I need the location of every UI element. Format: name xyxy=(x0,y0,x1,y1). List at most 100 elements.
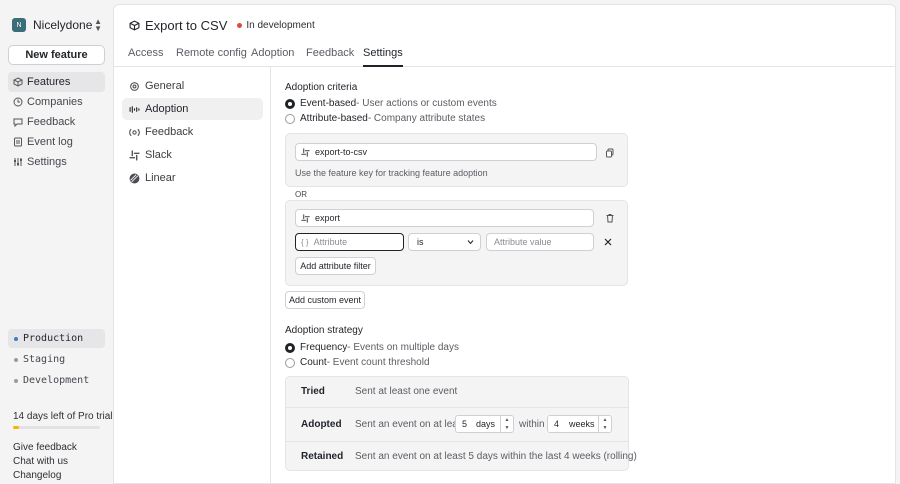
radio-desc: - User actions or custom events xyxy=(356,98,497,109)
sidebar-item-label: Event log xyxy=(27,136,73,148)
weeks-value: 4 xyxy=(554,419,560,429)
subnav-slack[interactable]: Slack xyxy=(122,144,263,166)
sidebar-item-event-log[interactable]: Event log xyxy=(8,132,105,152)
slack-icon xyxy=(129,149,140,161)
sliders-icon xyxy=(14,158,22,166)
radio-desc: - Event count threshold xyxy=(326,357,430,368)
org-avatar: N xyxy=(12,18,26,32)
days-unit: days xyxy=(476,419,496,429)
attribute-based-radio[interactable]: Attribute-based - Company attribute stat… xyxy=(285,113,485,124)
sidebar-item-companies[interactable]: Companies xyxy=(8,92,105,112)
event-based-radio[interactable]: Event-based - User actions or custom eve… xyxy=(285,98,497,109)
tab-access[interactable]: Access xyxy=(128,47,163,67)
env-production[interactable]: Production xyxy=(8,329,105,348)
sidebar-item-features[interactable]: Features xyxy=(8,72,105,92)
settings-subnav: General Adoption Feedback Slack Linear xyxy=(114,67,271,483)
stepper-arrows-icon[interactable]: ▲ ▼ xyxy=(500,416,513,432)
box-icon xyxy=(13,77,23,87)
radio-label: Frequency xyxy=(300,342,348,353)
table-row-adopted: Adopted Sent an event on at least 5 days… xyxy=(286,407,629,441)
changelog-link[interactable]: Changelog xyxy=(13,470,61,481)
subnav-label: Linear xyxy=(145,172,176,184)
subnav-adoption[interactable]: Adoption xyxy=(122,98,263,120)
status-dot xyxy=(237,22,243,28)
row-text: Sent an event on at least 5 days within … xyxy=(355,451,637,462)
chevron-down-icon xyxy=(467,240,474,245)
trial-progress-bar xyxy=(13,426,100,429)
trash-icon[interactable] xyxy=(605,213,615,223)
frequency-radio[interactable]: Frequency - Events on multiple days xyxy=(285,342,459,353)
copy-icon[interactable] xyxy=(605,148,615,158)
radio-label: Count xyxy=(300,357,327,368)
feature-key-input[interactable]: export-to-csv xyxy=(295,143,597,161)
radio-desc: - Company attribute states xyxy=(367,113,486,124)
operator-select[interactable]: is xyxy=(408,233,481,251)
env-label: Staging xyxy=(23,354,66,365)
env-development[interactable]: Development xyxy=(8,371,105,390)
tab-settings[interactable]: Settings xyxy=(363,47,403,67)
env-label: Development xyxy=(23,375,90,386)
box-icon xyxy=(129,19,140,31)
status-badge[interactable]: In development xyxy=(237,20,315,31)
env-dot xyxy=(14,378,18,383)
add-attribute-filter-button[interactable]: Add attribute filter xyxy=(295,257,376,275)
new-feature-button[interactable]: New feature xyxy=(8,45,105,65)
subnav-general[interactable]: General xyxy=(122,75,263,97)
tab-feedback[interactable]: Feedback xyxy=(306,47,354,67)
sidebar: N Nicelydone ▲ ▼ New feature Features Com… xyxy=(0,0,113,484)
org-name: Nicelydone xyxy=(33,18,93,32)
chat-with-us-link[interactable]: Chat with us xyxy=(13,456,68,467)
subnav-feedback[interactable]: Feedback xyxy=(122,121,263,143)
linear-icon xyxy=(129,173,140,183)
building-icon xyxy=(13,97,23,107)
attribute-input[interactable]: { } Attribute xyxy=(295,233,404,251)
stepper-arrows-icon[interactable]: ▲ ▼ xyxy=(598,416,611,432)
feature-key-value: export-to-csv xyxy=(315,147,368,157)
braces-icon: { } xyxy=(301,237,309,247)
sidebar-item-settings[interactable]: Settings xyxy=(8,152,105,172)
row-text: Sent at least one event xyxy=(355,386,458,397)
org-switcher[interactable]: N Nicelydone ▲ ▼ xyxy=(12,16,104,34)
or-divider: OR xyxy=(295,190,307,199)
radio-dot xyxy=(285,342,295,353)
tab-remote-config[interactable]: Remote config xyxy=(176,47,247,67)
subnav-label: Adoption xyxy=(145,103,189,115)
table-row-tried: Tried Sent at least one event xyxy=(286,377,629,407)
chat-icon xyxy=(13,118,23,127)
sidebar-item-feedback[interactable]: Feedback xyxy=(8,112,105,132)
page-title: Export to CSV xyxy=(145,17,228,33)
days-stepper[interactable]: 5 days ▲ ▼ xyxy=(455,415,514,433)
count-radio[interactable]: Count - Event count threshold xyxy=(285,357,430,368)
weeks-stepper[interactable]: 4 weeks ▲ ▼ xyxy=(547,415,612,433)
env-label: Production xyxy=(23,333,84,344)
env-dot xyxy=(14,336,18,341)
close-icon[interactable] xyxy=(604,238,612,246)
tab-adoption[interactable]: Adoption xyxy=(251,47,294,67)
row-key: Adopted xyxy=(301,419,342,430)
gear-icon xyxy=(130,81,139,91)
operator-value: is xyxy=(417,237,424,247)
strategy-table: Tried Sent at least one event Adopted Se… xyxy=(285,376,637,471)
event-name-input[interactable]: export xyxy=(295,209,594,227)
list-icon xyxy=(14,137,22,147)
add-custom-event-button[interactable]: Add custom event xyxy=(285,291,365,309)
sidebar-item-label: Companies xyxy=(27,96,83,108)
trial-progress-fill xyxy=(13,426,20,429)
chevron-updown-icon: ▲ ▼ xyxy=(94,17,102,33)
sidebar-item-label: Feedback xyxy=(27,116,76,128)
radio-label: Attribute-based xyxy=(300,113,368,124)
slack-icon xyxy=(301,213,310,223)
radio-dot xyxy=(285,98,295,109)
radio-label: Event-based xyxy=(300,98,357,109)
give-feedback-link[interactable]: Give feedback xyxy=(13,442,77,453)
adoption-strategy-heading: Adoption strategy xyxy=(285,325,363,336)
attribute-value-placeholder: Attribute value xyxy=(494,237,552,247)
event-name-value: export xyxy=(315,213,341,223)
attribute-value-input[interactable]: Attribute value xyxy=(486,233,594,251)
adoption-icon xyxy=(129,105,140,113)
slack-icon xyxy=(301,147,310,157)
attribute-placeholder: Attribute xyxy=(313,237,348,247)
radio-desc: - Events on multiple days xyxy=(347,342,459,353)
subnav-linear[interactable]: Linear xyxy=(122,167,263,189)
env-staging[interactable]: Staging xyxy=(8,350,105,369)
